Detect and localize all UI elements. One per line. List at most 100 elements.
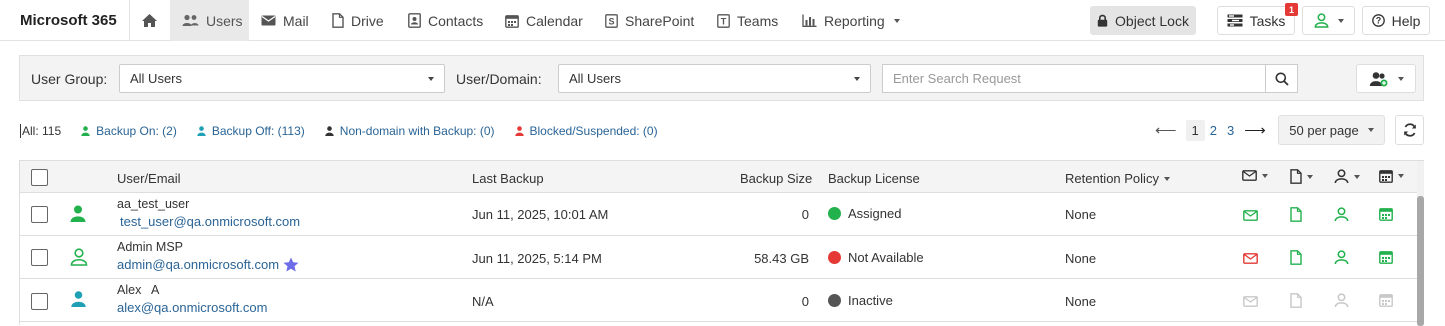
summary-backup-off[interactable]: Backup Off: (113) — [197, 124, 305, 138]
calendar-backup-icon[interactable] — [1377, 291, 1395, 309]
nav-contacts[interactable]: Contacts — [396, 0, 495, 41]
col-last-backup[interactable]: Last Backup — [472, 171, 544, 186]
nav-mail[interactable]: Mail — [249, 0, 321, 41]
nav-reporting[interactable]: Reporting — [790, 0, 912, 41]
users-add-icon — [1369, 71, 1387, 86]
chevron-down-icon — [1163, 176, 1170, 181]
teams-icon: T — [717, 13, 730, 28]
file-icon — [332, 13, 344, 28]
next-page-arrow-icon[interactable]: ⟶ — [1239, 121, 1271, 139]
user-domain-label: User/Domain: — [456, 71, 542, 87]
nav-users-label: Users — [206, 12, 243, 29]
page-2[interactable]: 2 — [1205, 123, 1222, 138]
user-status-icon — [70, 248, 88, 266]
object-lock-button[interactable]: Object Lock — [1090, 6, 1196, 35]
drive-backup-icon[interactable] — [1287, 205, 1305, 223]
calendar-backup-icon[interactable] — [1377, 248, 1395, 266]
mail-backup-icon[interactable] — [1241, 206, 1259, 224]
user-icon — [514, 126, 524, 136]
table-header: User/Email Last Backup Backup Size Backu… — [20, 161, 1417, 193]
bar-chart-icon — [802, 14, 817, 27]
app-brand: Microsoft 365 — [20, 12, 117, 29]
chevron-down-icon — [1354, 174, 1360, 179]
user-email[interactable]: admin@qa.onmicrosoft.com — [117, 257, 279, 272]
calendar-backup-icon[interactable] — [1377, 205, 1395, 223]
lock-icon — [1097, 14, 1108, 27]
backup-size: 58.43 GB — [754, 251, 809, 266]
account-menu-button[interactable] — [1302, 6, 1355, 35]
nav-sharepoint[interactable]: S SharePoint — [593, 0, 706, 41]
sharepoint-icon: S — [605, 13, 618, 28]
scrollbar-thumb[interactable] — [1417, 196, 1424, 326]
retention-policy: None — [1065, 207, 1097, 222]
summary-blocked[interactable]: Blocked/Suspended: (0) — [514, 124, 658, 138]
col-backup-license[interactable]: Backup License — [828, 171, 920, 186]
table-row[interactable]: aa_test_user test_user@qa.onmicrosoft.co… — [20, 193, 1417, 236]
page-1[interactable]: 1 — [1185, 119, 1205, 141]
home-button[interactable] — [130, 0, 169, 41]
drive-column-filter[interactable] — [1290, 169, 1313, 184]
row-checkbox[interactable] — [31, 249, 48, 266]
add-user-menu-button[interactable] — [1356, 64, 1416, 93]
col-retention-label: Retention Policy — [1065, 171, 1159, 186]
user-icon — [1334, 169, 1349, 184]
search-input[interactable] — [882, 64, 1265, 93]
summary-all[interactable]: All: 115 — [20, 124, 61, 138]
calendar-icon — [1379, 170, 1393, 183]
chevron-down-icon — [1397, 76, 1404, 81]
nav-teams[interactable]: T Teams — [705, 0, 790, 41]
contacts-backup-icon[interactable] — [1332, 205, 1350, 223]
col-user-email[interactable]: User/Email — [117, 171, 181, 186]
summary-backup-on[interactable]: Backup On: (2) — [81, 124, 177, 138]
mail-backup-icon[interactable] — [1241, 292, 1259, 310]
col-retention-policy[interactable]: Retention Policy — [1065, 171, 1170, 186]
user-email[interactable]: alex@qa.onmicrosoft.com — [117, 300, 267, 315]
help-button[interactable]: ? Help — [1362, 6, 1430, 35]
row-checkbox[interactable] — [31, 206, 48, 223]
table-scrollbar[interactable] — [1417, 161, 1424, 326]
user-group-select[interactable]: All Users — [119, 64, 445, 93]
user-email[interactable]: test_user@qa.onmicrosoft.com — [120, 214, 300, 229]
mail-backup-icon[interactable] — [1241, 249, 1259, 267]
contacts-column-filter[interactable] — [1334, 169, 1360, 184]
calendar-column-filter[interactable] — [1379, 169, 1404, 183]
search-button[interactable] — [1265, 64, 1298, 93]
nav-contacts-label: Contacts — [428, 12, 484, 29]
nav-users[interactable]: Users — [170, 0, 249, 41]
users-icon — [182, 14, 199, 26]
table-row[interactable]: Alex A alex@qa.onmicrosoft.com N/A 0 Ina… — [20, 279, 1417, 322]
user-icon — [197, 126, 206, 136]
backup-size: 0 — [801, 207, 809, 222]
contacts-backup-icon[interactable] — [1332, 248, 1350, 266]
select-all-checkbox[interactable] — [31, 169, 48, 186]
nav-calendar[interactable]: Calendar — [493, 0, 595, 41]
license-label: Assigned — [848, 206, 902, 221]
user-icon — [81, 126, 90, 136]
summary-non-domain[interactable]: Non-domain with Backup: (0) — [325, 124, 495, 138]
table-row[interactable]: Admin MSP admin@qa.onmicrosoft.com Jun 1… — [20, 236, 1417, 279]
chevron-down-icon — [1398, 174, 1404, 178]
mail-column-filter[interactable] — [1242, 170, 1268, 181]
refresh-icon — [1403, 123, 1416, 137]
drive-backup-icon[interactable] — [1287, 248, 1305, 266]
contacts-backup-icon[interactable] — [1332, 291, 1350, 309]
backup-license: Not Available — [828, 250, 924, 265]
user-domain-value: All Users — [569, 71, 622, 86]
col-backup-size[interactable]: Backup Size — [740, 171, 812, 186]
per-page-select[interactable]: 50 per page — [1278, 115, 1385, 145]
users-table: User/Email Last Backup Backup Size Backu… — [19, 160, 1424, 326]
refresh-button[interactable] — [1395, 115, 1424, 145]
nav-calendar-label: Calendar — [526, 12, 583, 29]
tasks-button[interactable]: Tasks 1 — [1217, 3, 1298, 35]
drive-backup-icon[interactable] — [1287, 291, 1305, 309]
nav-drive[interactable]: Drive — [320, 0, 396, 41]
backup-size: 0 — [801, 294, 809, 309]
license-label: Not Available — [848, 250, 924, 265]
row-checkbox[interactable] — [31, 293, 48, 310]
nav-drive-label: Drive — [351, 12, 384, 29]
last-backup: Jun 11, 2025, 10:01 AM — [472, 207, 609, 222]
page-3[interactable]: 3 — [1222, 123, 1239, 138]
prev-page-arrow-icon[interactable]: ⟵ — [1150, 121, 1182, 139]
top-navbar: Microsoft 365 Users Mail Drive Contacts … — [0, 0, 1445, 41]
user-domain-select[interactable]: All Users — [558, 64, 871, 93]
